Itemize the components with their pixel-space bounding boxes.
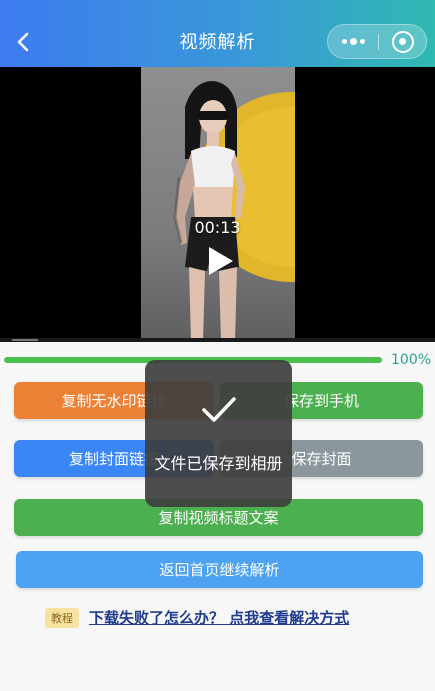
more-dots-icon-center xyxy=(349,38,357,45)
video-frame xyxy=(141,67,295,342)
mini-program-capsule xyxy=(327,24,427,59)
help-row: 教程 下载失败了怎么办？ 点我查看解决方式 xyxy=(45,607,349,628)
video-player[interactable]: 00:13 xyxy=(0,67,435,342)
more-dots-icon xyxy=(341,39,347,44)
back-to-home-button[interactable]: 返回首页继续解析 xyxy=(16,551,423,588)
nav-bar: 视频解析 xyxy=(0,0,435,67)
scrubber-handle[interactable] xyxy=(12,339,38,341)
tutorial-badge: 教程 xyxy=(45,607,79,628)
toast-message: 文件已保存到相册 xyxy=(154,454,283,473)
success-toast: 文件已保存到相册 xyxy=(145,360,292,507)
more-dots-icon-right xyxy=(359,39,365,44)
target-close-icon[interactable] xyxy=(392,31,414,53)
checkmark-icon xyxy=(201,396,237,428)
progress-percent: 100% xyxy=(391,352,432,368)
play-icon[interactable] xyxy=(203,245,235,281)
video-duration: 00:13 xyxy=(194,218,241,237)
video-thumbnail xyxy=(173,81,295,342)
more-button[interactable] xyxy=(328,25,378,58)
capsule-divider xyxy=(378,34,379,50)
download-failed-help-link[interactable]: 下载失败了怎么办？ 点我查看解决方式 xyxy=(89,607,349,628)
